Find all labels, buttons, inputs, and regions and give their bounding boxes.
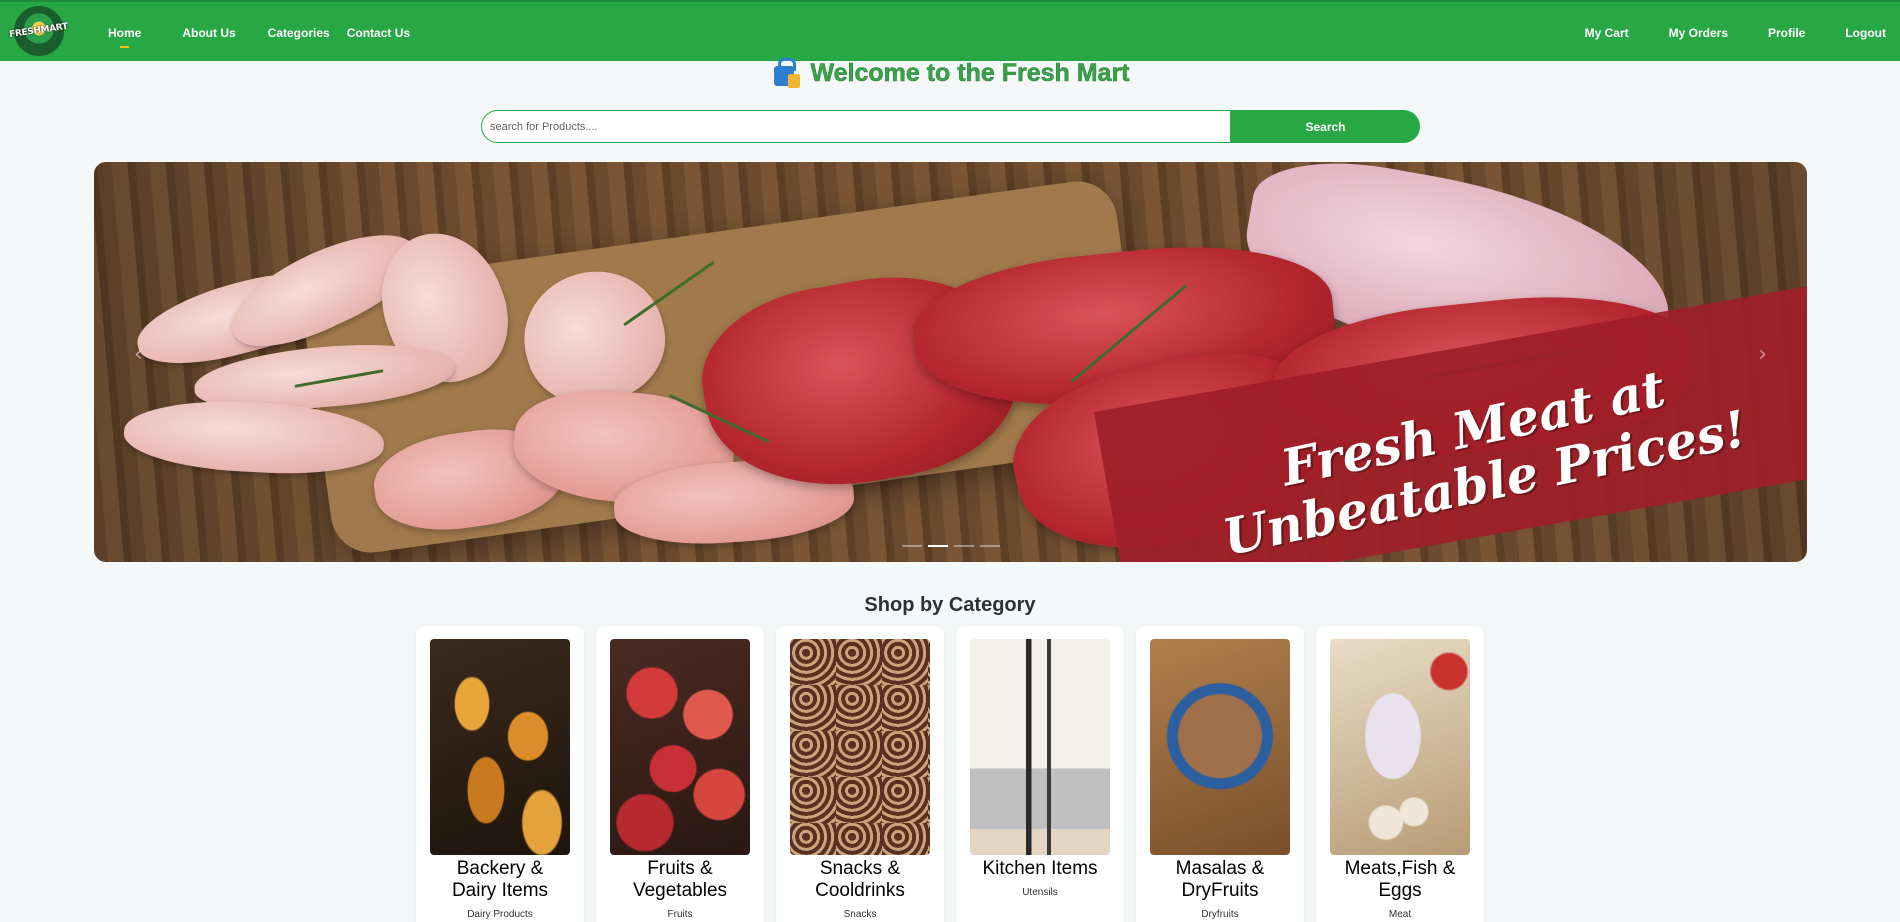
search-input[interactable] bbox=[481, 110, 1231, 143]
carousel-indicator-active[interactable] bbox=[927, 545, 948, 547]
snacks-image bbox=[790, 639, 930, 855]
category-card-masalas[interactable]: Masalas & DryFruits Dryfruits bbox=[1136, 626, 1304, 922]
category-title: Masalas & DryFruits bbox=[1175, 858, 1265, 901]
category-card-snacks[interactable]: Snacks & Cooldrinks Snacks bbox=[776, 626, 944, 922]
kitchen-image bbox=[970, 639, 1110, 855]
navbar: FRESHMART Home About Us Categories Conta… bbox=[0, 0, 1900, 61]
fruits-image bbox=[610, 639, 750, 855]
nav-my-orders-link[interactable]: My Orders bbox=[1669, 26, 1728, 40]
nav-about-link[interactable]: About Us bbox=[182, 26, 235, 40]
nav-categories-link[interactable]: Categories bbox=[268, 26, 330, 40]
nav-home-link[interactable]: Home bbox=[108, 26, 141, 48]
section-title: Shop by Category bbox=[864, 594, 1036, 616]
category-subtitle: Meat bbox=[1388, 909, 1412, 920]
category-title: Meats,Fish & Eggs bbox=[1344, 858, 1456, 901]
nav-contact-link[interactable]: Contact Us bbox=[347, 26, 410, 40]
category-list: Backery & Dairy Items Dairy Products Frui… bbox=[416, 626, 1496, 922]
search-bar: Search bbox=[481, 110, 1420, 143]
category-subtitle: Dryfruits bbox=[1201, 909, 1239, 920]
nav-left: Home About Us Categories Contact Us bbox=[108, 2, 410, 63]
nav-my-cart-link[interactable]: My Cart bbox=[1585, 26, 1629, 40]
carousel-indicator[interactable] bbox=[901, 545, 922, 547]
masalas-image bbox=[1150, 639, 1290, 855]
carousel-next-icon[interactable]: › bbox=[1758, 342, 1767, 367]
category-subtitle: Dairy Products bbox=[467, 909, 533, 920]
shopping-bag-icon bbox=[770, 58, 801, 88]
category-title: Snacks & Cooldrinks bbox=[815, 858, 905, 901]
nav-logout-link[interactable]: Logout bbox=[1845, 26, 1886, 40]
category-subtitle: Fruits bbox=[667, 909, 693, 920]
page-title: Welcome to the Fresh Mart bbox=[810, 58, 1130, 87]
welcome-header: Welcome to the Fresh Mart bbox=[0, 58, 1900, 88]
search-button[interactable]: Search bbox=[1231, 110, 1420, 143]
category-subtitle: Snacks bbox=[843, 909, 877, 920]
freshmart-logo[interactable]: FRESHMART bbox=[9, 6, 69, 56]
category-title: Fruits & Vegetables bbox=[632, 858, 728, 901]
category-card-bakery[interactable]: Backery & Dairy Items Dairy Products bbox=[416, 626, 584, 922]
category-card-meats[interactable]: Meats,Fish & Eggs Meat bbox=[1316, 626, 1484, 922]
category-title: Backery & Dairy Items bbox=[451, 858, 549, 901]
carousel-indicator[interactable] bbox=[953, 545, 974, 547]
carousel-prev-icon[interactable]: ‹ bbox=[134, 342, 143, 367]
meats-image bbox=[1330, 639, 1470, 855]
carousel-indicator[interactable] bbox=[979, 545, 1000, 547]
carousel-indicators bbox=[94, 545, 1807, 547]
bakery-image bbox=[430, 639, 570, 855]
hero-carousel[interactable]: Fresh Meat at Unbeatable Prices! ‹ › bbox=[94, 162, 1807, 562]
nav-right: My Cart My Orders Profile Logout bbox=[1585, 2, 1886, 63]
category-subtitle: Utensils bbox=[1022, 887, 1058, 898]
category-title: Kitchen Items bbox=[982, 858, 1098, 879]
nav-profile-link[interactable]: Profile bbox=[1768, 26, 1805, 40]
category-card-kitchen[interactable]: Kitchen Items Utensils bbox=[956, 626, 1124, 922]
category-card-fruits[interactable]: Fruits & Vegetables Fruits bbox=[596, 626, 764, 922]
